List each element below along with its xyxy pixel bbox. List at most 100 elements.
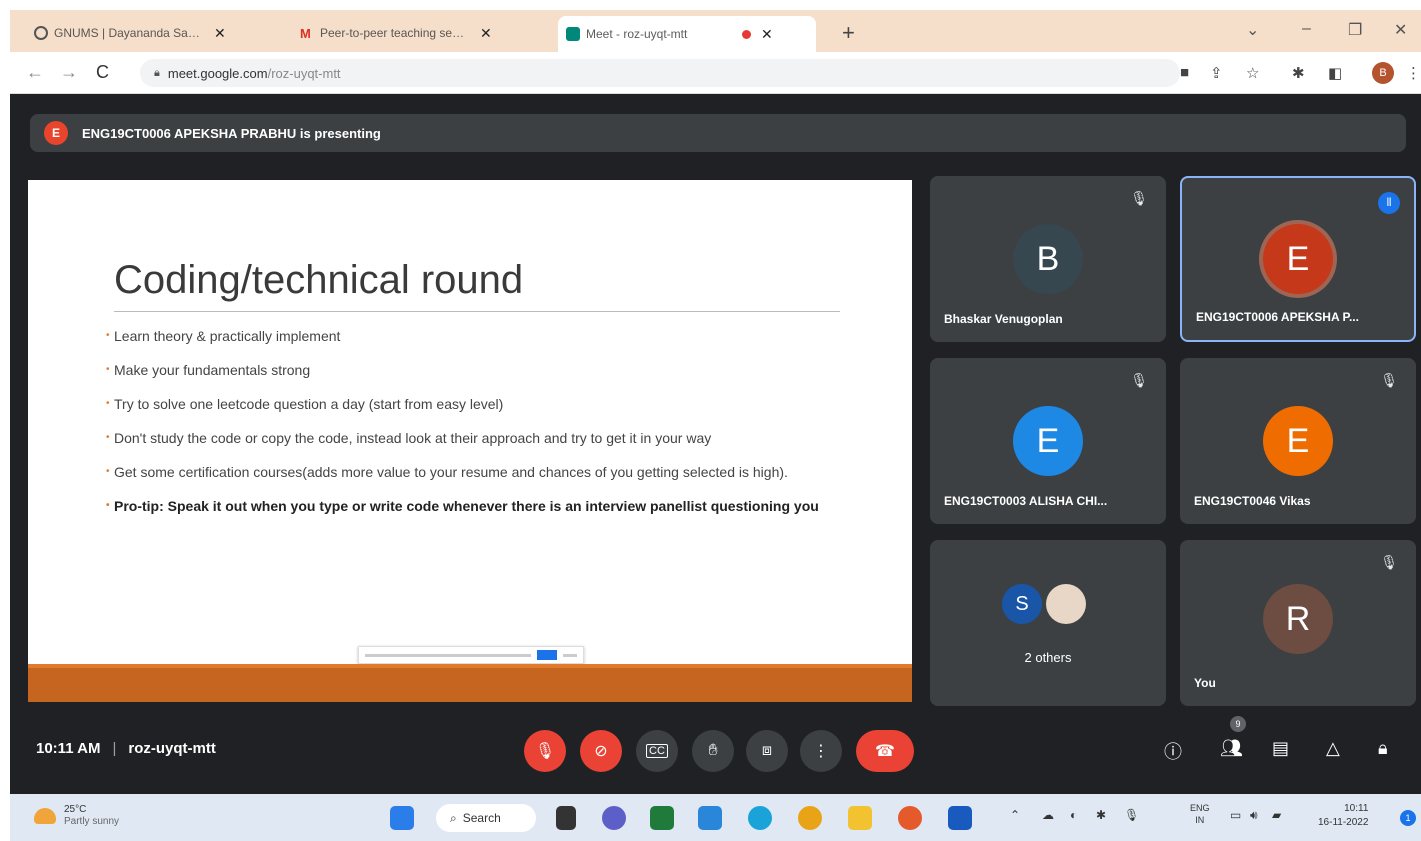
address-bar[interactable]: 🔒︎ meet.google.com/roz-uyqt-mtt [140, 59, 1180, 87]
display-icon[interactable]: ▭ [1230, 808, 1241, 822]
lang-region: IN [1195, 815, 1205, 825]
language-indicator[interactable]: ENG IN [1190, 802, 1210, 826]
photo-avatar [1046, 584, 1086, 624]
participant-name: ENG19CT0046 Vikas [1194, 494, 1311, 508]
microphone-tray-icon[interactable]: 🎙︎ [1124, 808, 1139, 822]
host-controls-icon[interactable]: 🔒︎ [1378, 738, 1388, 759]
captions-icon: CC [646, 744, 668, 758]
tray-app-icon-2[interactable]: ✱ [1096, 808, 1106, 822]
participant-tile[interactable]: 🎙︎ B Bhaskar Venugoplan [930, 176, 1166, 342]
present-button[interactable]: ⧈ [746, 730, 788, 772]
file-explorer-icon[interactable] [848, 806, 872, 830]
globe-icon [34, 26, 48, 40]
edge-icon[interactable] [748, 806, 772, 830]
gmail-icon: M [300, 26, 311, 41]
weather-icon [34, 808, 56, 824]
slide-bullet: Get some certification courses(adds more… [106, 462, 828, 482]
raise-hand-button[interactable]: ✋︎ [692, 730, 734, 772]
participant-avatar: E [1013, 406, 1083, 476]
mic-toggle-button[interactable]: 🎙︎ [524, 730, 566, 772]
notification-badge[interactable]: 1 [1400, 810, 1416, 826]
close-tab-icon[interactable]: ✕ [480, 25, 492, 42]
more-options-button[interactable]: ⋮ [800, 730, 842, 772]
slide-bullet: Don't study the code or copy the code, i… [106, 428, 828, 448]
mic-off-icon: 🎙︎ [1380, 554, 1398, 570]
weather-widget[interactable]: 25°C Partly sunny [34, 804, 119, 828]
mic-off-icon: 🎙︎ [534, 743, 556, 760]
tray-chevron-icon[interactable]: ⌃ [1010, 808, 1020, 822]
end-call-icon: ☎︎ [875, 743, 895, 760]
extensions-icon[interactable]: ✱ [1292, 64, 1305, 82]
people-icon[interactable]: 👥︎ [1220, 738, 1243, 759]
camera-toggle-button[interactable]: ⊘ [580, 730, 622, 772]
tab-search-icon[interactable]: ⌄ [1246, 20, 1259, 40]
profile-avatar[interactable]: B [1372, 62, 1394, 84]
chrome-menu-icon[interactable]: ⋮ [1406, 64, 1421, 82]
activities-icon[interactable]: △ [1326, 738, 1340, 759]
battery-icon[interactable]: ▰ [1272, 808, 1281, 822]
chrome-icon[interactable] [798, 806, 822, 830]
store-icon[interactable] [650, 806, 674, 830]
chat-app-icon[interactable] [602, 806, 626, 830]
slide-bullet: Pro-tip: Speak it out when you type or w… [106, 496, 828, 516]
minimize-icon[interactable]: – [1302, 20, 1311, 38]
participant-avatar: S [1002, 584, 1042, 624]
leave-call-button[interactable]: ☎︎ [856, 730, 914, 772]
screen: GNUMS | Dayananda Sagar Insti ✕ M Peer-t… [0, 0, 1421, 841]
back-icon[interactable]: ← [26, 62, 44, 83]
tab-meet[interactable]: Meet - roz-uyqt-mtt ✕ [558, 16, 816, 52]
mic-off-icon: 🎙︎ [1380, 372, 1398, 388]
close-tab-icon[interactable]: ✕ [761, 26, 773, 43]
participant-tile-speaking[interactable]: ⦀ E ENG19CT0006 APEKSHA P... [1180, 176, 1416, 342]
hide-button[interactable] [563, 653, 577, 657]
participant-tile[interactable]: 🎙︎ E ENG19CT0046 Vikas [1180, 358, 1416, 524]
stop-sharing-button[interactable] [536, 650, 557, 660]
participant-avatar: E [1263, 224, 1333, 294]
slide-bullet: Make your fundamentals strong [106, 360, 828, 380]
taskbar-search[interactable]: ⌕ Search [436, 804, 536, 832]
task-view-icon[interactable] [556, 806, 576, 830]
slide-footer-bar [28, 668, 912, 702]
bookmark-star-icon[interactable]: ☆ [1246, 64, 1259, 82]
close-tab-icon[interactable]: ✕ [214, 25, 226, 42]
mic-off-icon: 🎙︎ [1130, 372, 1148, 388]
restore-icon[interactable]: ❐ [1348, 20, 1362, 40]
onedrive-icon[interactable]: ☁︎ [1042, 808, 1054, 822]
tab-peer-teaching[interactable]: M Peer-to-peer teaching sessions ✕ [292, 18, 554, 48]
outlook-icon[interactable] [948, 806, 972, 830]
presenting-text: ENG19CT0006 APEKSHA PRABHU is presenting [82, 125, 381, 141]
captions-button[interactable]: CC [636, 730, 678, 772]
mic-off-icon: 🎙︎ [1130, 190, 1148, 206]
clock-date: 16-11-2022 [1318, 817, 1369, 828]
volume-icon[interactable]: 🔊︎ [1250, 808, 1258, 823]
new-tab-button[interactable]: + [842, 20, 855, 46]
camera-in-use-icon[interactable]: ■ [1180, 64, 1189, 81]
search-label: Search [462, 811, 501, 825]
participant-avatar: B [1013, 224, 1083, 294]
share-icon[interactable]: ⇪ [1210, 64, 1223, 82]
reload-icon[interactable]: C [96, 62, 109, 83]
lock-icon: 🔒︎ [154, 66, 160, 79]
others-tile[interactable]: S 2 others [930, 540, 1166, 706]
participant-tile[interactable]: 🎙︎ E ENG19CT0003 ALISHA CHI... [930, 358, 1166, 524]
forward-icon[interactable]: → [60, 62, 78, 83]
tray-app-icon[interactable]: ◐ [1070, 808, 1077, 822]
clock-time: 10:11 [1344, 803, 1369, 814]
url-host: meet.google.com [167, 65, 268, 81]
mail-icon[interactable] [698, 806, 722, 830]
speaking-indicator-icon: ⦀ [1378, 192, 1400, 214]
meeting-info-icon[interactable]: ⓘ [1164, 738, 1182, 764]
self-tile[interactable]: 🎙︎ R You [1180, 540, 1416, 706]
tab-gnums[interactable]: GNUMS | Dayananda Sagar Insti ✕ [26, 18, 288, 48]
chat-icon[interactable]: ▤ [1272, 738, 1289, 759]
system-clock[interactable]: 10:11 16-11-2022 [1318, 802, 1368, 830]
others-label: 2 others [1024, 650, 1072, 665]
side-panel-icon[interactable]: ◧ [1328, 64, 1342, 82]
participant-avatar: E [1263, 406, 1333, 476]
presenter-avatar: E [44, 121, 68, 145]
hand-icon: ✋︎ [708, 742, 718, 759]
close-window-icon[interactable]: ✕ [1394, 20, 1407, 40]
start-icon[interactable] [390, 806, 414, 830]
meeting-details: 10:11 AM | roz-uyqt-mtt [36, 740, 216, 757]
chrome-profile-icon[interactable] [898, 806, 922, 830]
